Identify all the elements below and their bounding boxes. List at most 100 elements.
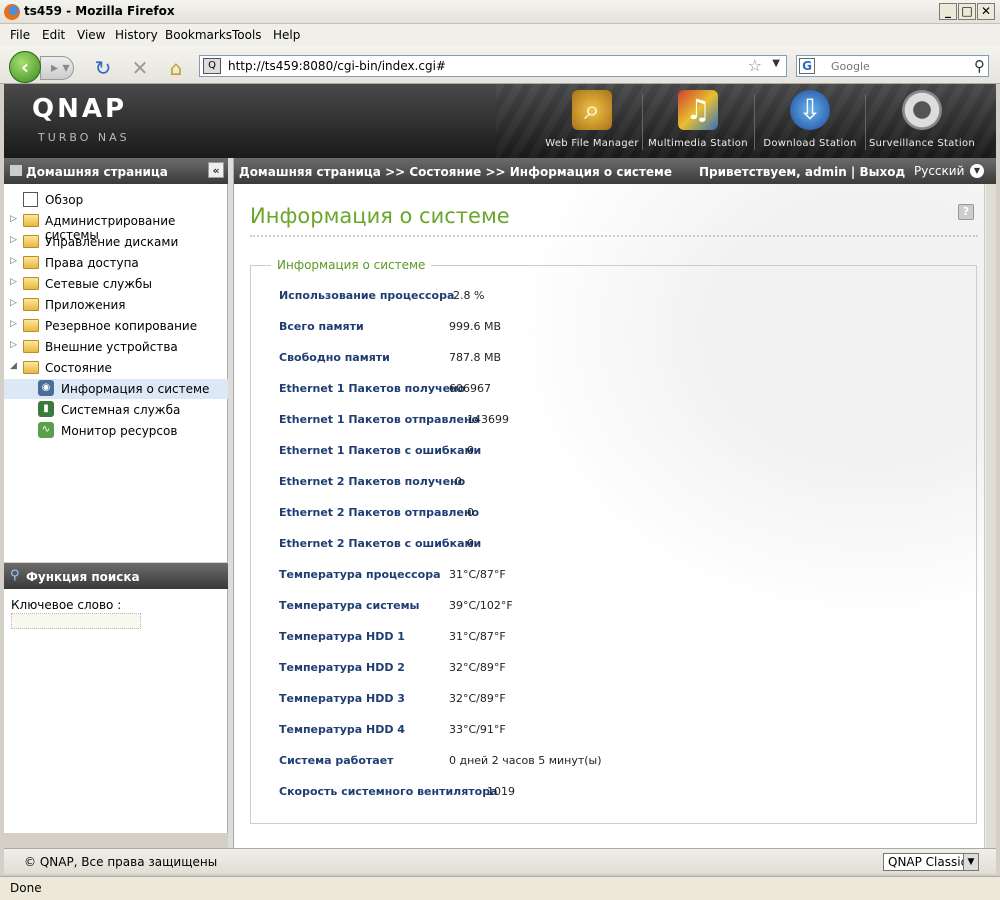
welcome-logout[interactable]: Приветствуем, admin | Выход [699, 165, 905, 179]
expand-arrow-icon[interactable]: ▷ [10, 319, 17, 329]
title-divider [250, 235, 978, 237]
language-dropdown-icon[interactable]: ▼ [970, 164, 984, 178]
sidebar-item-applications[interactable]: ▷ Приложения [4, 295, 228, 315]
menu-bookmarks[interactable]: Bookmarks [165, 28, 232, 42]
info-value: 32°C/89°F [449, 692, 506, 705]
minimize-button[interactable]: _ [939, 3, 957, 20]
sidebar-item-system-service[interactable]: ▮ Системная служба [4, 400, 228, 420]
maximize-button[interactable]: □ [958, 3, 976, 20]
bookmark-star-icon[interactable]: ☆ [748, 56, 762, 75]
search-panel-header: ⚲ Функция поиска [4, 563, 228, 589]
overview-icon [23, 192, 38, 207]
search-icon[interactable]: ⚲ [974, 57, 985, 75]
info-row: Система работает 0 дней 2 часов 5 минут(ы… [279, 754, 602, 767]
info-row: Ethernet 1 Пакетов получено 606967 [279, 382, 491, 395]
info-key: Ethernet 2 Пакетов с ошибками [279, 537, 482, 550]
folder-icon [23, 298, 39, 311]
chevron-down-icon[interactable]: ▼ [963, 854, 978, 870]
browser-status-bar: Done [0, 876, 1000, 900]
folder-icon [23, 319, 39, 332]
sidebar-item-disk-management[interactable]: ▷ Управление дисками [4, 232, 228, 252]
menu-bar: File Edit View History Bookmarks Tools H… [0, 24, 1000, 46]
search-input[interactable] [831, 58, 961, 74]
url-dropdown-icon[interactable]: ▼ [772, 58, 780, 69]
multimedia-icon: ♫ [678, 90, 718, 130]
sidebar-item-overview[interactable]: Обзор [4, 190, 228, 210]
expand-arrow-icon[interactable]: ▷ [10, 340, 17, 350]
folder-icon [23, 256, 39, 269]
camera-icon [902, 90, 942, 130]
keyword-input[interactable] [11, 613, 141, 629]
app-download-station[interactable]: ⇩ Download Station [756, 90, 864, 154]
page-title: Информация о системе [250, 204, 510, 228]
sidebar-tree: Обзор ▷ Администрирование системы ▷ Упра… [4, 184, 228, 562]
sidebar-item-system-info[interactable]: ◉ Информация о системе [4, 379, 228, 399]
info-key: Ethernet 2 Пакетов получено [279, 475, 466, 488]
folder-icon [23, 235, 39, 248]
close-button[interactable]: ✕ [977, 3, 995, 20]
app-web-file-manager[interactable]: ⌕ Web File Manager [538, 90, 646, 154]
collapse-arrow-icon[interactable]: ◢ [10, 361, 17, 371]
info-value: 39°C/102°F [449, 599, 513, 612]
info-value: 0 [467, 444, 474, 457]
site-identity-icon[interactable]: Q [203, 58, 221, 74]
menu-edit[interactable]: Edit [42, 28, 65, 42]
menu-tools[interactable]: Tools [232, 28, 262, 42]
main-scrollbar[interactable] [984, 184, 996, 848]
expand-arrow-icon[interactable]: ▷ [10, 256, 17, 266]
menu-history[interactable]: History [115, 28, 158, 42]
keyword-label: Ключевое слово : [11, 598, 122, 612]
folder-icon [23, 277, 39, 290]
sidebar-item-network-services[interactable]: ▷ Сетевые службы [4, 274, 228, 294]
sidebar-item-status[interactable]: ◢ Состояние [4, 358, 228, 378]
qnap-logo: QNAP [32, 94, 128, 124]
address-url[interactable]: http://ts459:8080/cgi-bin/index.cgi# [228, 59, 446, 73]
expand-arrow-icon[interactable]: ▷ [10, 214, 17, 224]
info-value: 787.8 MB [449, 351, 502, 364]
menu-file[interactable]: File [10, 28, 30, 42]
info-key: Температура процессора [279, 568, 441, 581]
scrollbar-thumb[interactable] [986, 184, 996, 848]
expand-arrow-icon[interactable]: ▷ [10, 298, 17, 308]
info-key: Свободно памяти [279, 351, 390, 364]
menu-help[interactable]: Help [273, 28, 300, 42]
stop-icon[interactable]: ✕ [128, 56, 152, 80]
app-surveillance-station[interactable]: Surveillance Station [868, 90, 976, 154]
search-bar[interactable]: G ⚲ [796, 55, 989, 77]
google-engine-icon[interactable]: G [799, 58, 815, 74]
sidebar-item-resource-monitor[interactable]: ∿ Монитор ресурсов [4, 421, 228, 441]
info-key: Температура системы [279, 599, 420, 612]
breadcrumb[interactable]: Домашняя страница >> Состояние >> Информ… [239, 165, 672, 179]
sidebar-item-external-devices[interactable]: ▷ Внешние устройства [4, 337, 228, 357]
sidebar-item-access-rights[interactable]: ▷ Права доступа [4, 253, 228, 273]
sidebar-item-system-administration[interactable]: ▷ Администрирование системы [4, 211, 228, 242]
info-row: Ethernet 2 Пакетов отправлено 0 [279, 506, 479, 519]
info-row: Ethernet 1 Пакетов с ошибками 0 [279, 444, 481, 457]
folder-magnifier-icon: ⌕ [572, 90, 612, 130]
expand-arrow-icon[interactable]: ▷ [10, 277, 17, 287]
expand-arrow-icon[interactable]: ▷ [10, 235, 17, 245]
sidebar-item-backup[interactable]: ▷ Резервное копирование [4, 316, 228, 336]
magnifier-icon: ⚲ [10, 568, 20, 583]
resource-monitor-icon: ∿ [38, 422, 54, 438]
collapse-sidebar-button[interactable]: « [208, 162, 224, 178]
home-icon[interactable]: ⌂ [164, 56, 188, 80]
app-multimedia-station[interactable]: ♫ Multimedia Station [644, 90, 752, 154]
app-separator [865, 94, 866, 150]
info-key: Температура HDD 3 [279, 692, 405, 705]
status-text: Done [10, 881, 42, 895]
forward-button[interactable]: ▸ ▾ [40, 56, 74, 80]
info-key: Температура HDD 2 [279, 661, 405, 674]
language-label[interactable]: Русский [914, 164, 964, 178]
info-value: 1019 [487, 785, 515, 798]
info-key: Ethernet 2 Пакетов отправлено [279, 506, 480, 519]
qnap-banner: QNAP TURBO NAS ⌕ Web File Manager ♫ Mult… [4, 84, 996, 158]
help-icon[interactable]: ? [958, 204, 974, 220]
back-button[interactable]: ‹ [9, 51, 41, 83]
address-bar[interactable]: Q http://ts459:8080/cgi-bin/index.cgi# ☆… [199, 55, 787, 77]
system-info-section: Информация о системе Использование проце… [250, 258, 977, 824]
menu-view[interactable]: View [77, 28, 105, 42]
reload-icon[interactable]: ↻ [91, 56, 115, 80]
info-key: Использование процессора [279, 289, 455, 302]
theme-select[interactable]: QNAP Classic ▼ [883, 853, 979, 871]
